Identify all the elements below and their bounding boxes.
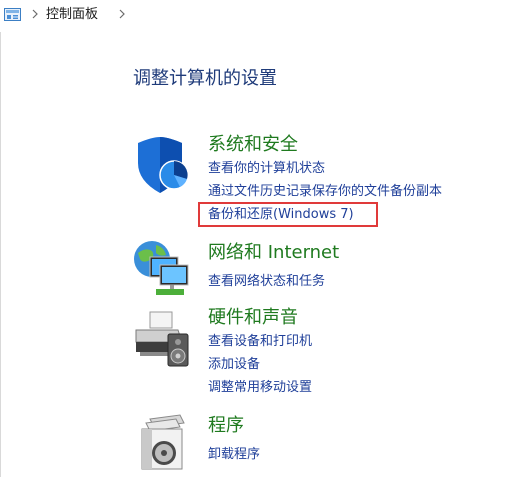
link-file-history-backup[interactable]: 通过文件历史记录保存你的文件备份副本 — [208, 183, 442, 201]
pane-divider — [0, 32, 1, 477]
link-view-computer-status[interactable]: 查看你的计算机状态 — [208, 160, 325, 178]
link-uninstall-program[interactable]: 卸载程序 — [208, 446, 260, 464]
category-programs[interactable]: 程序 — [208, 414, 244, 438]
printer-speaker-icon[interactable] — [132, 310, 192, 372]
control-panel-icon — [4, 7, 21, 21]
page-title: 调整计算机的设置 — [133, 68, 277, 89]
category-hardware-sound[interactable]: 硬件和声音 — [208, 306, 298, 330]
control-panel-window: 控制面板 调整计算机的设置 系统和安全 查看你的计算机状态 通过文件历史记录保存… — [0, 0, 530, 477]
chevron-right-icon[interactable] — [117, 8, 127, 20]
category-system-security[interactable]: 系统和安全 — [208, 133, 298, 157]
breadcrumb-current[interactable]: 控制面板 — [46, 6, 98, 24]
link-backup-restore-win7[interactable]: 备份和还原(Windows 7) — [208, 206, 354, 224]
link-network-status-tasks[interactable]: 查看网络状态和任务 — [208, 273, 325, 291]
category-network-internet[interactable]: 网络和 Internet — [208, 241, 339, 265]
programs-disc-icon[interactable] — [136, 413, 192, 475]
link-devices-printers[interactable]: 查看设备和打印机 — [208, 333, 312, 351]
breadcrumb: 控制面板 — [0, 0, 530, 32]
network-globe-icon[interactable] — [132, 237, 192, 303]
link-add-device[interactable]: 添加设备 — [208, 356, 260, 374]
shield-icon[interactable] — [134, 137, 192, 199]
link-mobility-settings[interactable]: 调整常用移动设置 — [208, 379, 312, 397]
chevron-right-icon[interactable] — [30, 8, 40, 20]
